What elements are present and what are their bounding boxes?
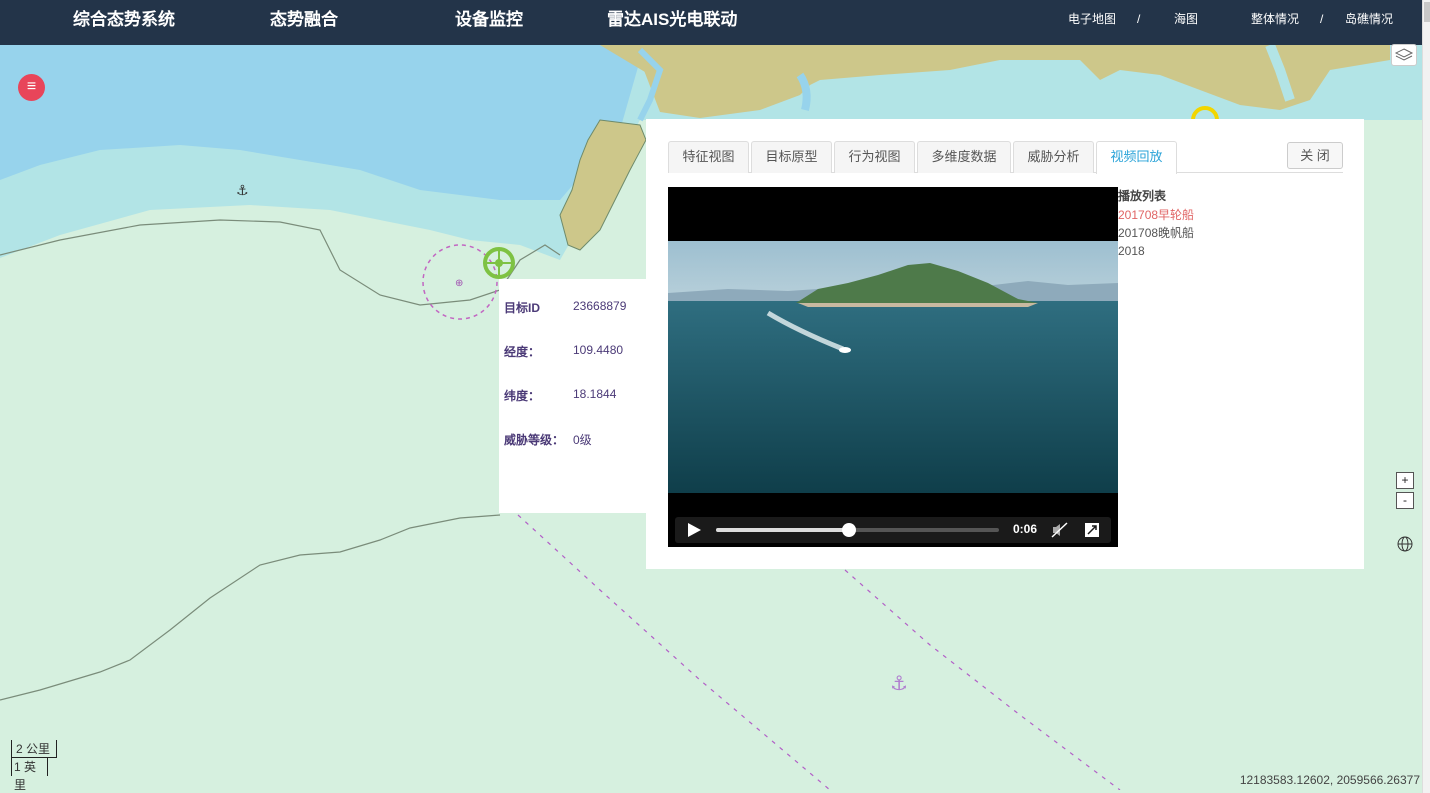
link-island-status[interactable]: 岛礁情况 <box>1345 0 1393 38</box>
playlist-item[interactable]: 201708晚帆船 <box>1118 224 1238 242</box>
playlist-item[interactable]: 201708早轮船 <box>1118 206 1238 224</box>
threat-level-value: 0级 <box>573 433 592 447</box>
target-id-value: 23668879 <box>573 299 627 313</box>
link-electronic-map[interactable]: 电子地图 <box>1068 0 1116 38</box>
video-player[interactable]: 0:06 <box>668 187 1118 547</box>
zoom-in-button[interactable]: + <box>1396 472 1414 489</box>
threat-level-label: 威胁等级： <box>504 433 565 447</box>
target-detail-panel: 特征视图 目标原型 行为视图 多维度数据 威胁分析 视频回放 关 闭 0:06 … <box>646 119 1364 569</box>
nav-device-monitor[interactable]: 设备监控 <box>455 0 523 40</box>
globe-icon[interactable] <box>1396 535 1414 553</box>
hamburger-menu-icon[interactable]: ≡ <box>18 74 45 101</box>
svg-text:⊕: ⊕ <box>455 278 463 289</box>
tab-target-prototype[interactable]: 目标原型 <box>751 141 832 173</box>
separator: / <box>1137 12 1141 26</box>
close-button[interactable]: 关 闭 <box>1287 142 1343 169</box>
layers-icon[interactable] <box>1391 44 1417 66</box>
video-controls: 0:06 <box>675 517 1111 543</box>
video-progress-bar[interactable] <box>716 523 999 537</box>
detail-tabs: 特征视图 目标原型 行为视图 多维度数据 威胁分析 视频回放 <box>668 141 1343 174</box>
target-info-popup: 目标ID 23668879 经度： 109.4480 纬度： 18.1844 威… <box>499 279 647 513</box>
top-navigation-bar: 综合态势系统 态势融合 设备监控 雷达AIS光电联动 电子地图 / 海图 整体情… <box>0 0 1422 45</box>
tab-behavior-view[interactable]: 行为视图 <box>834 141 915 173</box>
cursor-coordinates: 12183583.12602, 2059566.26377 <box>1239 773 1420 787</box>
video-time: 0:06 <box>1013 522 1038 536</box>
video-playlist: 播放列表 201708早轮船 201708晚帆船 2018 <box>1118 188 1238 260</box>
video-frame <box>668 241 1118 493</box>
playlist-item[interactable]: 2018 <box>1118 242 1238 260</box>
progress-fill <box>716 528 849 532</box>
scale-bar-km: 2 公里 <box>11 740 57 758</box>
nav-situation-fusion[interactable]: 态势融合 <box>270 0 338 40</box>
link-chart[interactable]: 海图 <box>1174 0 1198 38</box>
separator: / <box>1320 12 1324 26</box>
fullscreen-icon[interactable] <box>1084 522 1100 538</box>
latitude-value: 18.1844 <box>573 387 617 401</box>
mute-icon[interactable] <box>1051 522 1068 538</box>
tab-threat-analysis[interactable]: 威胁分析 <box>1013 141 1094 173</box>
link-overall-status[interactable]: 整体情况 <box>1251 0 1299 38</box>
playlist-title: 播放列表 <box>1118 189 1167 203</box>
scale-bar-mile: 1 英里 <box>11 758 48 792</box>
tab-multidimensional-data[interactable]: 多维度数据 <box>917 141 1011 173</box>
svg-text:⚓: ⚓ <box>236 183 249 199</box>
longitude-label: 经度： <box>504 345 541 359</box>
play-icon[interactable] <box>686 522 702 538</box>
target-id-label: 目标ID <box>504 301 541 315</box>
svg-text:⚓: ⚓ <box>890 671 908 695</box>
progress-handle[interactable] <box>842 523 856 537</box>
tab-feature-view[interactable]: 特征视图 <box>668 141 749 173</box>
latitude-label: 纬度： <box>504 389 541 403</box>
longitude-value: 109.4480 <box>573 343 624 357</box>
nav-situation-system[interactable]: 综合态势系统 <box>73 0 175 40</box>
page-scrollbar[interactable] <box>1422 0 1430 793</box>
nav-radar-ais-linkage[interactable]: 雷达AIS光电联动 <box>607 0 737 40</box>
zoom-out-button[interactable]: - <box>1396 492 1414 509</box>
tab-video-playback[interactable]: 视频回放 <box>1096 141 1177 174</box>
